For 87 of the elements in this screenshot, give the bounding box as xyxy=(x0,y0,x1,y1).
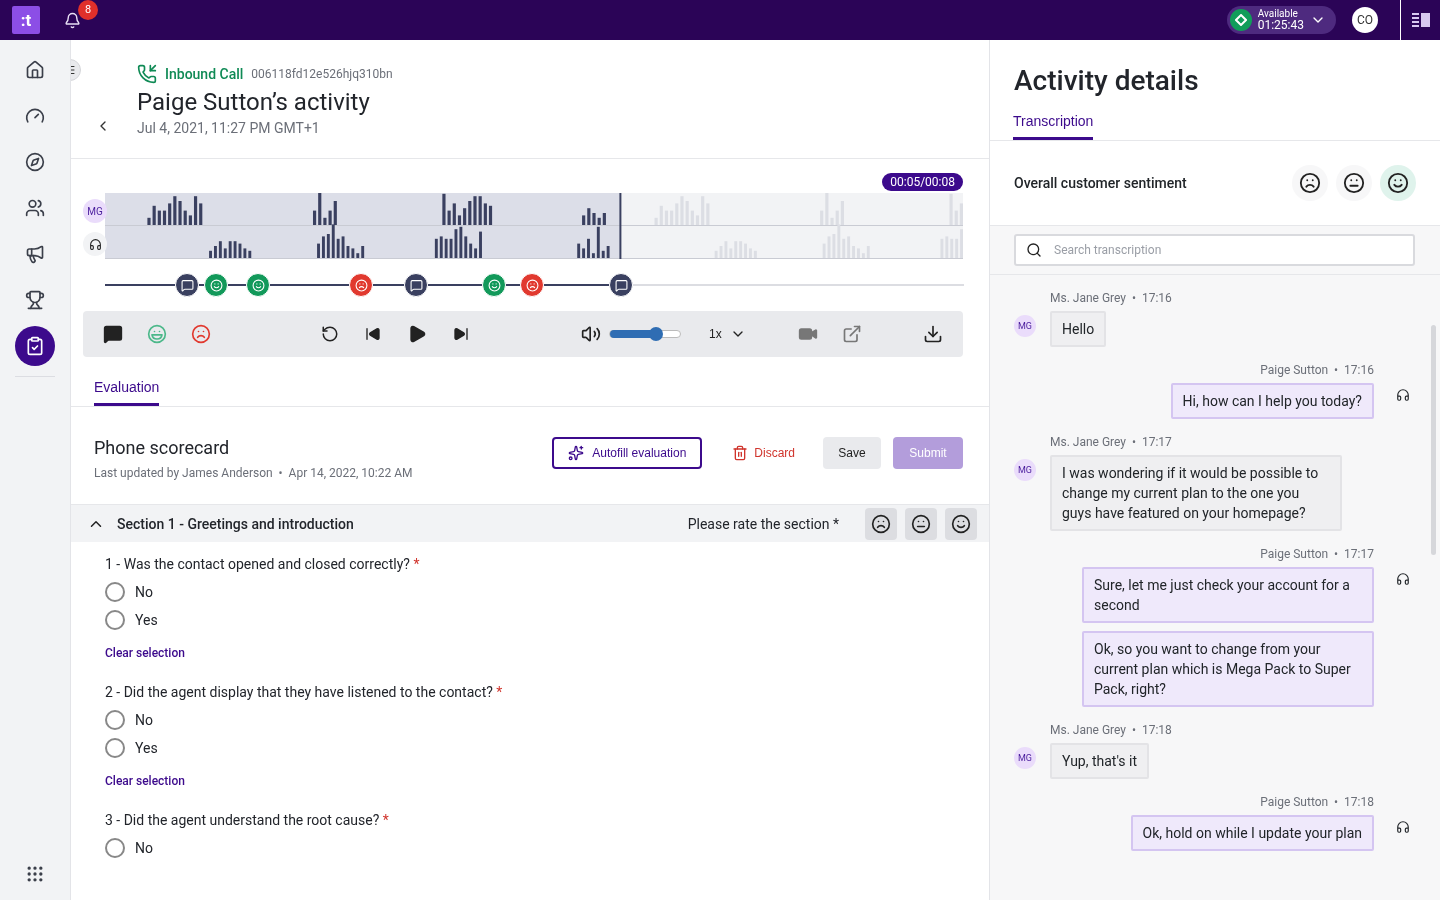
bell-icon[interactable] xyxy=(64,11,81,29)
last-updated: Last updated by James Anderson • Apr 14, 2022, 10:22 AM xyxy=(94,466,413,480)
timeline-marker-comment-icon[interactable] xyxy=(609,273,633,297)
face-positive-icon xyxy=(1387,172,1409,194)
panel-title: Activity details xyxy=(1014,64,1200,97)
volume-icon[interactable] xyxy=(581,324,601,344)
message-bubble: Ok, so you want to change from your current plan which is Mega Pack to Super Pack, right? xyxy=(1082,631,1374,707)
sentiment-label: Overall customer sentiment xyxy=(1014,175,1187,191)
message-bubble: Yup, that's it xyxy=(1050,743,1150,779)
frown-icon[interactable] xyxy=(191,324,211,344)
transcription-tab[interactable]: Transcription xyxy=(1013,107,1094,140)
message-meta: Paige Sutton • 17:18 xyxy=(1260,795,1374,809)
page-title: Paige Sutton’s activity xyxy=(137,88,371,116)
app-logo[interactable]: :t xyxy=(12,6,40,34)
skip-back-icon[interactable] xyxy=(365,326,381,342)
face-neutral-icon xyxy=(1343,172,1365,194)
timeline-marker-frown-icon[interactable] xyxy=(349,273,373,297)
timeline-marker-smile-icon[interactable] xyxy=(246,273,270,297)
rating-negative-button[interactable] xyxy=(865,507,897,540)
radio-option[interactable]: No xyxy=(105,834,955,862)
sentiment-neutral-button[interactable] xyxy=(1336,165,1372,201)
search-field[interactable]: Search transcription xyxy=(1014,234,1415,266)
message-bubble: Ok, hold on while I update your plan xyxy=(1130,815,1374,851)
timeline-marker-comment-icon[interactable] xyxy=(404,273,428,297)
message-meta: Ms. Jane Grey • 17:16 xyxy=(1050,291,1172,305)
rating-neutral-button[interactable] xyxy=(905,507,937,540)
phone-incoming-icon xyxy=(137,64,157,84)
speed-selector[interactable]: 1x xyxy=(709,326,746,342)
notification-count: 8 xyxy=(78,0,98,20)
timeline-marker-smile-icon[interactable] xyxy=(204,273,228,297)
clear-selection-link[interactable]: Clear selection xyxy=(105,646,185,660)
evaluation-tab[interactable]: Evaluation xyxy=(94,373,160,406)
radio-option[interactable]: Yes xyxy=(105,606,955,634)
radio-option[interactable]: No xyxy=(105,578,955,606)
question-text: 3 - Did the agent understand the root cause? * xyxy=(105,812,390,828)
playback-time: 00:05/00:08 xyxy=(882,173,963,191)
scrollbar[interactable] xyxy=(1431,325,1436,555)
sentiment-positive-button[interactable] xyxy=(1380,165,1416,201)
message-bubble: Sure, let me just check your account for a second xyxy=(1082,567,1374,623)
section-title: Section 1 - Greetings and introduction xyxy=(117,515,354,532)
face-negative-icon xyxy=(1299,172,1321,194)
speaker-badge: MG xyxy=(83,199,107,223)
timeline-marker-frown-icon[interactable] xyxy=(520,273,544,297)
trash-icon xyxy=(732,445,749,461)
message-meta: Ms. Jane Grey • 17:17 xyxy=(1050,435,1172,449)
timeline-marker-comment-icon[interactable] xyxy=(175,273,199,297)
timeline-marker-smile-icon[interactable] xyxy=(482,273,506,297)
discard-button[interactable]: Discard xyxy=(726,444,801,462)
headphones-icon xyxy=(83,232,107,256)
waveform-drawing[interactable] xyxy=(105,193,963,259)
play-icon[interactable] xyxy=(407,324,427,344)
radio-option[interactable]: Yes xyxy=(105,734,955,762)
replay-icon[interactable] xyxy=(321,325,339,343)
question-text: 2 - Did the agent display that they have listened to the contact? * xyxy=(105,684,504,700)
status-selector[interactable]: Available 01:25:43 xyxy=(1226,6,1336,34)
clipboard-check-icon[interactable] xyxy=(15,326,55,366)
sentiment-negative-button[interactable] xyxy=(1292,165,1328,201)
external-link-icon[interactable] xyxy=(841,324,862,344)
call-id: 006118fd12e526hjq310bn xyxy=(251,67,393,81)
status-label: Available xyxy=(1257,8,1299,19)
speaker-badge: MG xyxy=(1014,747,1036,769)
question-text: 1 - Was the contact opened and closed correctly? * xyxy=(105,556,421,572)
rating-positive-button[interactable] xyxy=(945,507,977,540)
speaker-badge: MG xyxy=(1014,459,1036,481)
apps-grid-icon[interactable] xyxy=(25,864,45,884)
status-time: 01:25:43 xyxy=(1257,19,1304,32)
save-button[interactable]: Save xyxy=(823,437,881,469)
message-bubble: Hi, how can I help you today? xyxy=(1170,383,1374,419)
message-meta: Paige Sutton • 17:17 xyxy=(1260,547,1374,561)
call-type: Inbound Call xyxy=(165,66,244,82)
comment-icon[interactable] xyxy=(103,324,123,344)
user-avatar[interactable]: CO xyxy=(1352,7,1378,33)
sparkles-icon xyxy=(568,445,585,461)
volume-slider[interactable] xyxy=(609,330,681,338)
message-bubble: I was wondering if it would be possible to change my current plan to the one you guys have featured on your homepage? xyxy=(1050,455,1342,531)
autofill-button[interactable]: Autofill evaluation xyxy=(552,437,703,469)
rate-label: Please rate the section * xyxy=(687,515,839,532)
clear-selection-link[interactable]: Clear selection xyxy=(105,774,185,788)
scorecard-title: Phone scorecard xyxy=(94,437,231,458)
radio-option[interactable]: No xyxy=(105,706,955,734)
message-meta: Ms. Jane Grey • 17:18 xyxy=(1050,723,1172,737)
message-meta: Paige Sutton • 17:16 xyxy=(1260,363,1374,377)
download-icon[interactable] xyxy=(923,324,943,344)
speaker-badge: MG xyxy=(1014,315,1036,337)
message-bubble: Hello xyxy=(1050,311,1107,347)
skip-forward-icon[interactable] xyxy=(453,326,469,342)
activity-date: Jul 4, 2021, 11:27 PM GMT+1 xyxy=(137,120,321,136)
